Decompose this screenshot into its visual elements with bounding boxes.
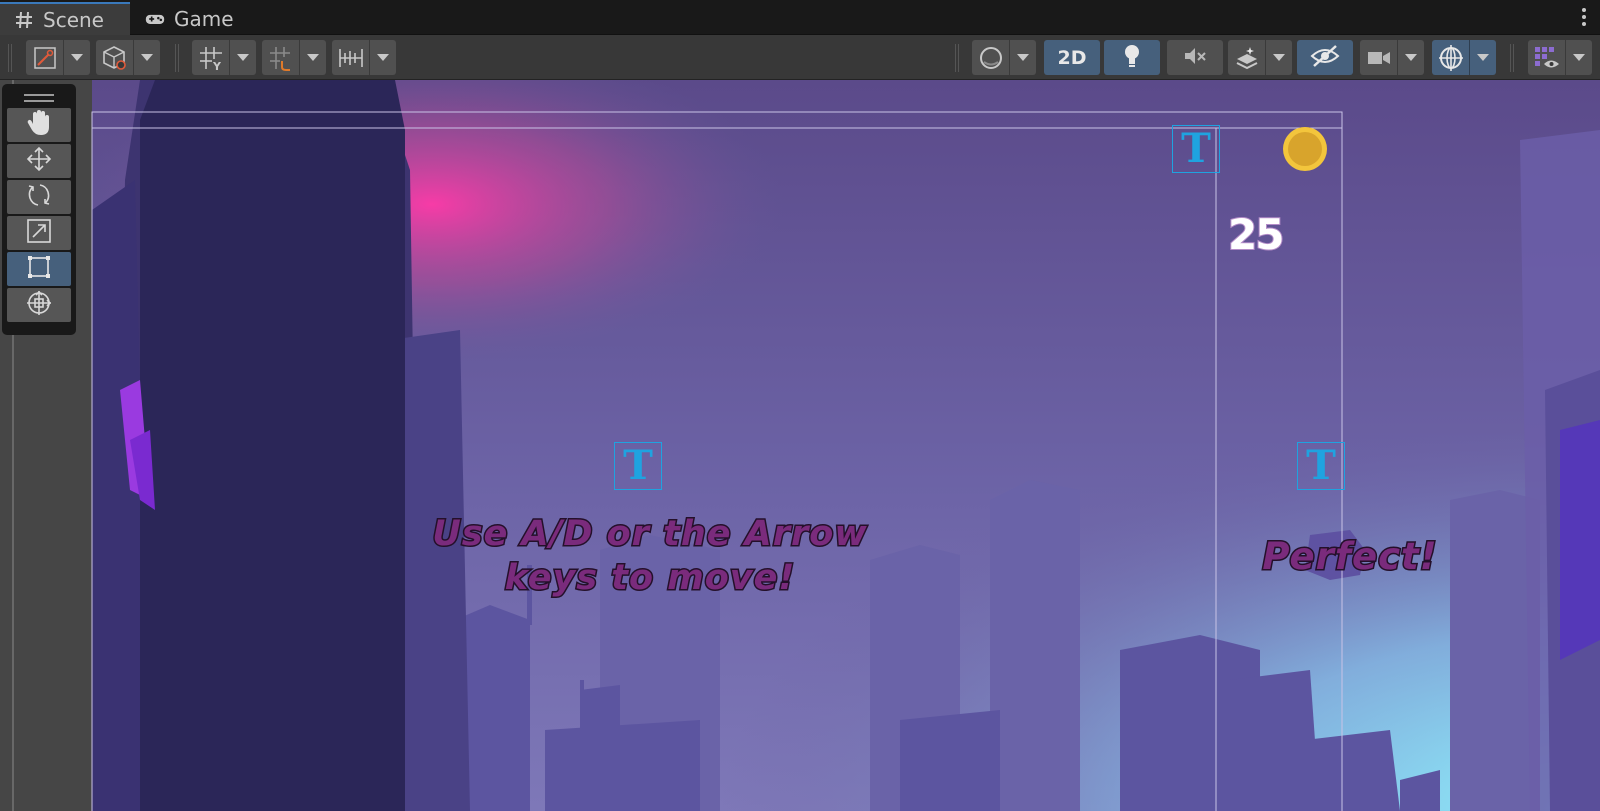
controls-tip-line1: Use A/D or the Arrow [431, 513, 868, 556]
hand-tool[interactable] [7, 108, 71, 142]
gizmos-globe-icon [1432, 40, 1470, 75]
tab-game-label: Game [174, 6, 234, 31]
lightbulb-icon [1121, 43, 1143, 73]
background-cityscape [0, 80, 1600, 811]
mode-2d-button[interactable]: 2D [1044, 40, 1100, 75]
svg-text:Y: Y [212, 60, 222, 71]
camera-icon [1360, 40, 1398, 75]
text-gizmo-perfect[interactable]: T [1297, 442, 1345, 490]
chevron-down-icon [307, 54, 319, 61]
ruler-dropdown[interactable] [332, 40, 396, 75]
draw-mode-icon [26, 40, 64, 75]
tab-scene[interactable]: Scene [0, 2, 130, 35]
chevron-down-icon [71, 54, 83, 61]
scene-camera-dropdown[interactable] [96, 40, 160, 75]
chevron-down-icon [1273, 54, 1285, 61]
gizmos-dropdown[interactable] [1432, 40, 1496, 75]
tab-scene-label: Scene [43, 7, 104, 32]
chevron-down-icon [1573, 54, 1585, 61]
rotate-icon [25, 181, 53, 213]
chevron-down-icon [1017, 54, 1029, 61]
increment-snap-icon [262, 40, 300, 75]
effects-dropdown[interactable] [1228, 40, 1292, 75]
toolbar-grip[interactable] [1510, 44, 1514, 72]
controls-tip-line2: keys to move! [503, 557, 796, 600]
tab-game[interactable]: Game [131, 2, 241, 35]
mode-2d-label: 2D [1057, 46, 1087, 69]
move-tool[interactable] [7, 144, 71, 178]
chevron-down-icon [237, 54, 249, 61]
scene-camera-icon [96, 40, 134, 75]
scene-viewport[interactable]: Use A/D or the Arrow keys to move! Perfe… [0, 80, 1600, 811]
toolbar-grip[interactable] [8, 44, 12, 72]
rect-transform-icon [25, 253, 53, 285]
hash-grid-icon [14, 10, 34, 30]
grid-snap-dropdown[interactable]: Y [192, 40, 256, 75]
tab-bar: Scene Game [0, 0, 1600, 35]
scene-toolbar: Y 2D [0, 35, 1600, 80]
gamepad-icon [145, 9, 165, 29]
chevron-down-icon [377, 54, 389, 61]
chevron-down-icon [141, 54, 153, 61]
lighting-toggle[interactable] [1104, 40, 1160, 75]
audio-toggle[interactable] [1167, 40, 1223, 75]
audio-mute-icon [1182, 44, 1208, 72]
ruler-icon [332, 40, 370, 75]
more-options-icon[interactable] [1582, 8, 1586, 26]
scale-tool[interactable] [7, 216, 71, 250]
rect-tool[interactable] [7, 252, 71, 286]
perfect-text: Perfect! [1261, 534, 1438, 580]
scene-visibility-toggle[interactable] [1297, 40, 1353, 75]
shading-sphere-icon [972, 40, 1010, 75]
hand-icon [26, 109, 52, 141]
grid-snap-icon: Y [192, 40, 230, 75]
increment-snap-dropdown[interactable] [262, 40, 326, 75]
score-text: 25 [1227, 209, 1285, 260]
chevron-down-icon [1477, 54, 1489, 61]
text-gizmo-score[interactable]: T [1172, 125, 1220, 173]
coin-icon [1283, 127, 1327, 171]
controls-tip-text: Use A/D or the Arrow keys to move! [395, 512, 905, 600]
scene-visibility-dropdown[interactable] [1528, 40, 1592, 75]
move-arrows-icon [25, 145, 53, 177]
camera-dropdown[interactable] [1360, 40, 1424, 75]
effects-layers-icon [1228, 40, 1266, 75]
draw-mode-dropdown[interactable] [26, 40, 90, 75]
scene-visibility-grid-icon [1528, 40, 1566, 75]
transform-icon [25, 289, 53, 321]
scale-icon [25, 217, 53, 249]
tools-overlay [2, 84, 76, 335]
shading-mode-dropdown[interactable] [972, 40, 1036, 75]
hidden-eye-icon [1310, 44, 1340, 72]
text-gizmo-tip[interactable]: T [614, 442, 662, 490]
toolbar-grip[interactable] [175, 44, 179, 72]
chevron-down-icon [1405, 54, 1417, 61]
overlay-drag-handle[interactable] [6, 88, 72, 108]
rotate-tool[interactable] [7, 180, 71, 214]
toolbar-grip[interactable] [955, 44, 959, 72]
transform-tool[interactable] [7, 288, 71, 322]
